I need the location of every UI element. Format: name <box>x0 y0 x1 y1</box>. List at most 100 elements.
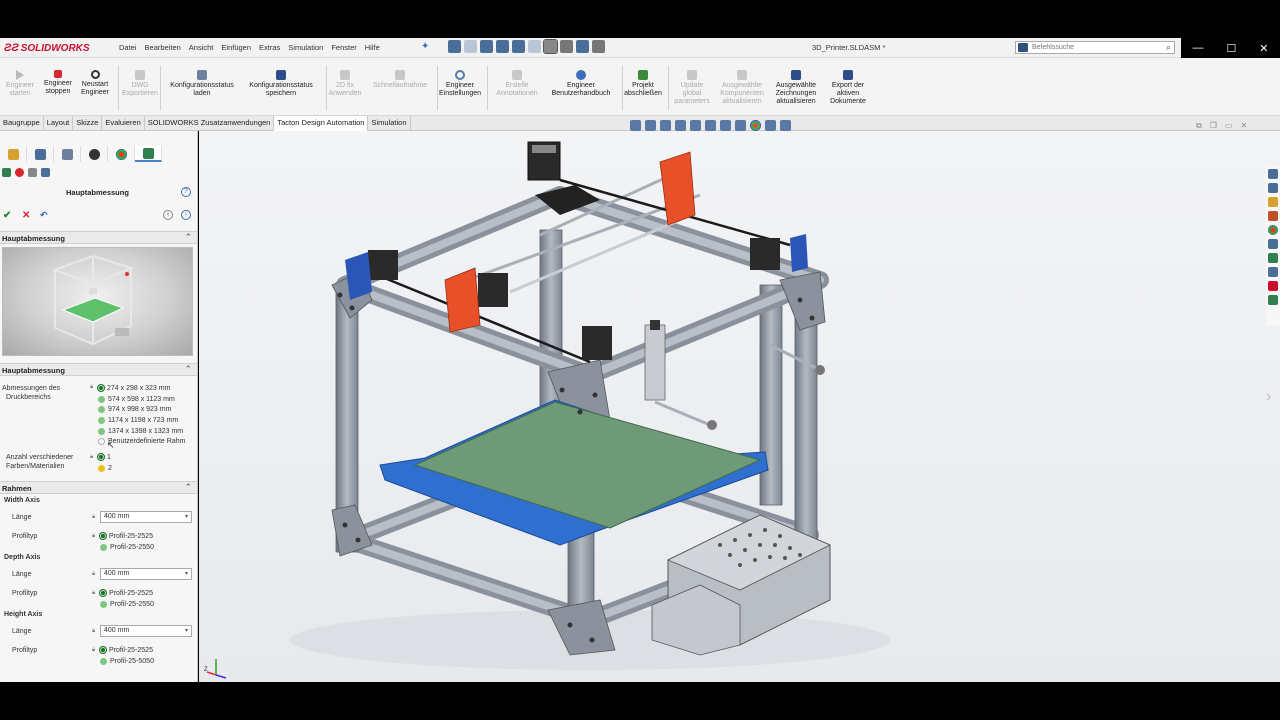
ribbon-button-dwg[interactable]: DWG Exportieren <box>110 70 170 98</box>
apply-scene-icon[interactable] <box>765 120 776 131</box>
lock-icon[interactable]: 🔒︎ <box>92 533 95 540</box>
pin-icon[interactable]: ✦ <box>421 41 429 52</box>
expand-pane-chevron-icon[interactable]: › <box>1266 388 1271 406</box>
appearances-icon[interactable] <box>1268 225 1278 235</box>
back-nav-icon[interactable]: ‹ <box>163 210 173 220</box>
feature-tree-tab[interactable] <box>0 146 27 162</box>
record-icon[interactable] <box>15 168 24 177</box>
tab-evaluieren[interactable]: Evaluieren <box>102 116 145 131</box>
maximize-icon[interactable]: ☐ <box>1226 42 1236 55</box>
tacton-pane-icon[interactable] <box>1268 253 1278 263</box>
previous-view-icon[interactable] <box>660 120 671 131</box>
menu-einfuegen[interactable]: Einfügen <box>217 43 255 52</box>
menu-hilfe[interactable]: Hilfe <box>361 43 384 52</box>
tab-solidworks-zusatzanwendungen[interactable]: SOLIDWORKS Zusatzanwendungen <box>145 116 275 131</box>
configuration-tab[interactable] <box>54 146 81 162</box>
tab-simulation[interactable]: Simulation <box>368 116 411 131</box>
ok-check-icon[interactable]: ✔ <box>3 210 11 221</box>
tab-layout[interactable]: Layout <box>44 116 74 131</box>
collapse-chevron-icon[interactable]: ⌃ <box>184 482 192 493</box>
profil-option[interactable]: Profil-25-5050 <box>100 656 154 667</box>
ribbon-button-settings-gear[interactable]: Engineer Einstellungen <box>430 70 490 98</box>
laenge-combo[interactable]: 400 mm ▾ <box>100 511 192 523</box>
options-gear-icon[interactable] <box>592 40 605 53</box>
ribbon-button-components-update[interactable]: Ausgewählte Komponenten aktualisieren <box>712 70 772 106</box>
lock-icon[interactable]: 🔒︎ <box>92 628 95 635</box>
profil-option[interactable]: Profil-25-2550 <box>100 542 154 553</box>
view-minimize-icon[interactable]: ▭ <box>1225 121 1233 131</box>
chevron-down-icon[interactable]: ▾ <box>185 512 188 522</box>
config-small-icon[interactable] <box>41 168 50 177</box>
chevron-down-icon[interactable]: ▾ <box>185 626 188 636</box>
collapse-chevron-icon[interactable]: ⌃ <box>184 232 192 243</box>
druck-option[interactable]: 1374 x 1398 x 1323 mm <box>98 426 196 437</box>
hide-show-items-icon[interactable] <box>735 120 746 131</box>
open-icon[interactable] <box>480 40 493 53</box>
zoom-to-area-icon[interactable] <box>645 120 656 131</box>
tab-tacton-design-automation[interactable]: Tacton Design Automation <box>274 116 369 131</box>
display-style-icon[interactable] <box>720 120 731 131</box>
search-icon[interactable]: ⌕ <box>1166 42 1171 53</box>
tacton-settings-icon[interactable] <box>1268 295 1278 305</box>
tacton-tab[interactable] <box>135 146 162 162</box>
tab-skizze[interactable]: Skizze <box>73 116 103 131</box>
profil-option[interactable]: Profil-25-2525 <box>100 588 154 599</box>
close-icon[interactable]: ✕ <box>1259 42 1268 55</box>
forward-nav-icon[interactable]: › <box>181 210 191 220</box>
file-explorer-icon[interactable] <box>1268 197 1278 207</box>
file-properties-icon[interactable] <box>576 40 589 53</box>
custom-properties-icon[interactable] <box>1268 239 1278 249</box>
search-scope-icon[interactable] <box>1018 43 1028 52</box>
view-palette-icon[interactable] <box>1268 211 1278 221</box>
druck-option[interactable]: 574 x 598 x 1123 mm <box>98 394 196 405</box>
solidworks-logo[interactable]: ƧƧ SOLIDWORKS <box>4 40 90 56</box>
lock-icon[interactable]: 🔒︎ <box>92 590 95 597</box>
lock-icon[interactable]: 🔒︎ <box>90 384 93 391</box>
tile-icon[interactable]: ⧉ <box>1196 121 1202 131</box>
resources-home-icon[interactable] <box>1268 169 1278 179</box>
laenge-combo[interactable]: 400 mm ▾ <box>100 625 192 637</box>
profil-option[interactable]: Profil-25-2525 <box>100 531 154 542</box>
rebuild-icon[interactable] <box>560 40 573 53</box>
lock-icon[interactable]: 🔒︎ <box>90 454 93 461</box>
menu-ansicht[interactable]: Ansicht <box>185 43 218 52</box>
farben-option[interactable]: 2 <box>98 463 112 474</box>
edit-appearance-icon[interactable] <box>750 120 761 131</box>
home-icon[interactable] <box>448 40 461 53</box>
panel-help-icon[interactable]: ? <box>181 187 191 197</box>
menu-extras[interactable]: Extras <box>255 43 284 52</box>
chevron-down-icon[interactable]: ▾ <box>185 569 188 579</box>
lock-icon[interactable]: 🔒︎ <box>92 514 95 521</box>
restore-icon[interactable]: ❐ <box>1210 121 1217 131</box>
ribbon-button-export[interactable]: Export der aktiven Dokumente <box>818 70 878 106</box>
command-search-input[interactable]: Befehlssuche ⌕ <box>1015 41 1175 54</box>
profil-option[interactable]: Profil-25-2525 <box>100 645 154 656</box>
laenge-combo[interactable]: 400 mm ▾ <box>100 568 192 580</box>
lock-icon[interactable]: 🔒︎ <box>92 571 95 578</box>
section-header-preview[interactable]: Hauptabmessung ⌃ <box>0 231 197 244</box>
section-header-rahmen[interactable]: Rahmen ⌃ <box>0 481 197 494</box>
dynamic-annotation-icon[interactable] <box>690 120 701 131</box>
menu-bearbeiten[interactable]: Bearbeiten <box>141 43 185 52</box>
menu-simulation[interactable]: Simulation <box>284 43 327 52</box>
menu-fenster[interactable]: Fenster <box>327 43 360 52</box>
select-cursor-icon[interactable] <box>543 39 558 54</box>
collapse-chevron-icon[interactable]: ⌃ <box>184 364 192 375</box>
tab-baugruppe[interactable]: Baugruppe <box>0 116 44 131</box>
ribbon-button-fix2d[interactable]: 2D fix Anwenden <box>315 70 375 98</box>
lock-icon[interactable]: 🔒︎ <box>92 647 95 654</box>
druck-option[interactable]: 974 x 998 x 923 mm <box>98 404 196 415</box>
section-header-hauptabmessung[interactable]: Hauptabmessung ⌃ <box>0 363 197 376</box>
ribbon-button-config-save[interactable]: Konfigurationsstatus speichern <box>249 70 313 98</box>
solidworks-resources-icon[interactable] <box>1268 281 1278 291</box>
ribbon-button-drawings-update[interactable]: Ausgewählte Zeichnungen aktualisieren <box>766 70 826 106</box>
appearance-tab[interactable] <box>108 146 135 162</box>
profil-option[interactable]: Profil-25-2550 <box>100 599 154 610</box>
view-settings-icon[interactable] <box>780 120 791 131</box>
ribbon-button-snapshot[interactable]: Schnellaufnahme <box>370 70 430 90</box>
new-document-icon[interactable] <box>464 40 477 53</box>
graphics-viewport[interactable] <box>199 131 1280 682</box>
tool-icon[interactable] <box>28 168 37 177</box>
dimxpert-tab[interactable] <box>81 146 108 162</box>
save-icon[interactable] <box>496 40 509 53</box>
